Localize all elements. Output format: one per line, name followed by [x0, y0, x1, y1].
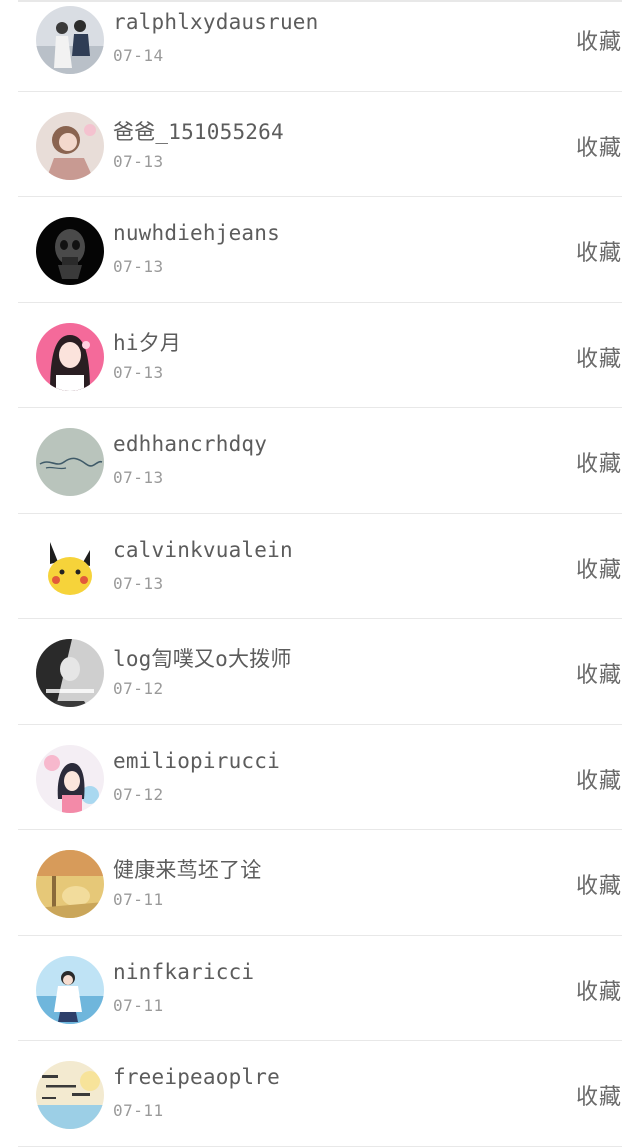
list-item[interactable]: freeipeaoplre 07-11 收藏 [18, 1041, 622, 1147]
dark-skull-avatar-icon [36, 217, 104, 285]
avatar[interactable] [36, 533, 104, 602]
user-name: hi夕月 [113, 330, 182, 355]
user-name: calvinkvualein [113, 537, 293, 562]
favorite-date: 07-12 [113, 679, 164, 698]
anime-girl-avatar-icon [36, 322, 104, 391]
favorite-date: 07-14 [113, 46, 164, 65]
favorite-button[interactable]: 收藏 [576, 1079, 622, 1111]
favorite-button[interactable]: 收藏 [576, 974, 622, 1006]
bw-portrait-avatar-icon [36, 639, 104, 707]
user-name: ninfkaricci [113, 959, 255, 984]
list-item[interactable]: 爸爸_151055264 07-13 收藏 [18, 92, 622, 197]
favorite-button[interactable]: 收藏 [576, 235, 622, 267]
handwriting-avatar-icon [36, 428, 104, 496]
list-item[interactable]: 健康来茑坯了诠 07-11 收藏 [18, 830, 622, 936]
user-name: edhhancrhdqy [113, 432, 268, 456]
user-name: 爸爸_151055264 [113, 119, 284, 144]
avatar[interactable] [36, 111, 104, 180]
favorite-date: 07-11 [113, 1101, 164, 1120]
favorites-user-list: ralphlxydausruen 07-14 收藏 爸爸_151055264 0… [0, 0, 640, 1147]
avatar[interactable] [36, 322, 104, 391]
favorite-button[interactable]: 收藏 [576, 763, 622, 795]
list-item[interactable]: emiliopirucci 07-12 收藏 [18, 725, 622, 830]
avatar[interactable] [36, 955, 104, 1024]
favorite-date: 07-11 [113, 890, 164, 909]
list-item[interactable]: hi夕月 07-13 收藏 [18, 303, 622, 408]
favorite-date: 07-11 [113, 995, 164, 1015]
pikachu-avatar-icon [36, 533, 104, 602]
cartoon-girl-avatar-icon [36, 744, 104, 813]
avatar[interactable] [36, 217, 104, 285]
list-item[interactable]: edhhancrhdqy 07-13 收藏 [18, 408, 622, 514]
list-item[interactable]: ralphlxydausruen 07-14 收藏 [18, 0, 622, 92]
favorite-button[interactable]: 收藏 [576, 657, 622, 689]
favorite-button[interactable]: 收藏 [576, 341, 622, 373]
favorite-date: 07-13 [113, 573, 164, 593]
favorite-date: 07-13 [113, 151, 164, 171]
list-item[interactable]: nuwhdiehjeans 07-13 收藏 [18, 197, 622, 303]
favorite-date: 07-13 [113, 468, 164, 487]
list-item[interactable]: log訇噗又o大拨师 07-12 收藏 [18, 619, 622, 725]
user-name: freeipeaoplre [113, 1065, 280, 1089]
favorite-date: 07-12 [113, 784, 164, 804]
user-name: log訇噗又o大拨师 [113, 647, 292, 671]
user-name: ralphlxydausruen [113, 10, 319, 34]
favorite-button[interactable]: 收藏 [576, 552, 622, 584]
person-photo-avatar-icon [36, 6, 104, 74]
avatar[interactable] [36, 428, 104, 496]
favorite-date: 07-13 [113, 362, 164, 382]
user-name: emiliopirucci [113, 748, 280, 773]
user-name: 健康来茑坯了诠 [113, 858, 262, 882]
avatar[interactable] [36, 850, 104, 918]
favorite-button[interactable]: 收藏 [576, 24, 622, 56]
list-item[interactable]: ninfkaricci 07-11 收藏 [18, 936, 622, 1041]
avatar[interactable] [36, 1061, 104, 1129]
favorite-button[interactable]: 收藏 [576, 130, 622, 162]
girl-photo-avatar-icon [36, 111, 104, 180]
boy-seaside-avatar-icon [36, 955, 104, 1024]
favorite-button[interactable]: 收藏 [576, 868, 622, 900]
text-art-avatar-icon [36, 1061, 104, 1129]
list-item[interactable]: calvinkvualein 07-13 收藏 [18, 514, 622, 619]
avatar[interactable] [36, 639, 104, 707]
avatar[interactable] [36, 744, 104, 813]
favorite-date: 07-13 [113, 257, 164, 276]
favorite-button[interactable]: 收藏 [576, 446, 622, 478]
user-name: nuwhdiehjeans [113, 221, 280, 245]
warm-scene-avatar-icon [36, 850, 104, 918]
avatar[interactable] [36, 6, 104, 74]
